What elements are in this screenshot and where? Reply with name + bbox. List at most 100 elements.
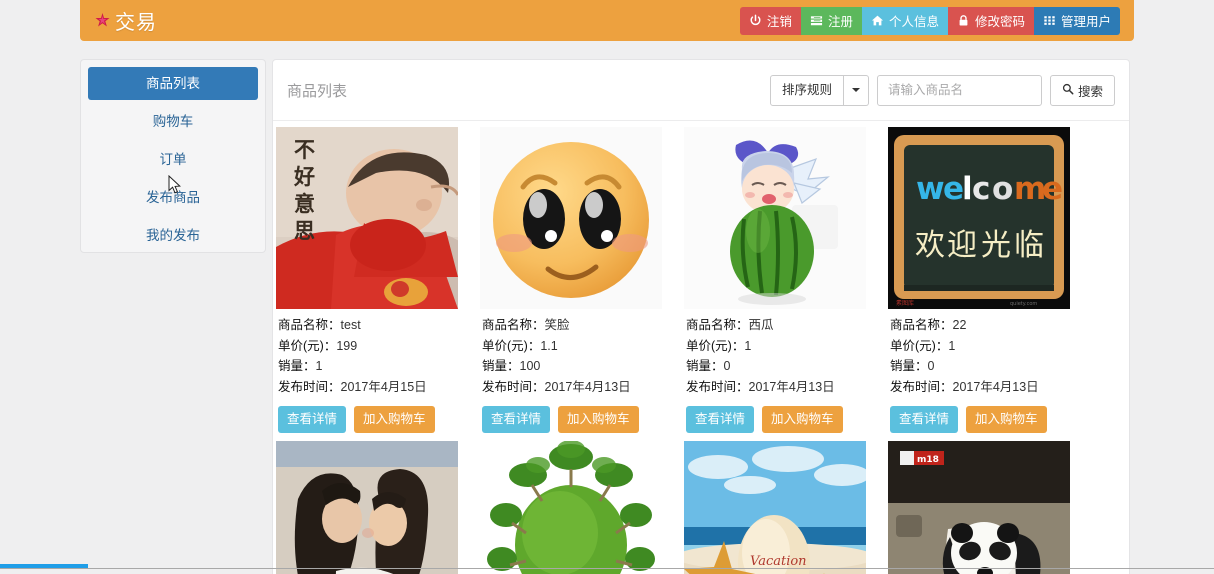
product-meta: 商品名称：test 单价(元)：199 销量：1 发布时间：2017年4月15日… bbox=[276, 309, 474, 433]
svg-text:c: c bbox=[972, 171, 990, 207]
view-detail-button[interactable]: 查看详情 bbox=[278, 406, 347, 433]
product-time-line: 发布时间：2017年4月15日 bbox=[278, 377, 474, 398]
sidebar-item-orders[interactable]: 订单 bbox=[88, 143, 258, 176]
svg-text:e: e bbox=[943, 171, 964, 207]
lock-icon bbox=[957, 14, 970, 27]
svg-text:光: 光 bbox=[981, 228, 1011, 263]
product-thumbnail[interactable] bbox=[480, 441, 662, 574]
product-thumbnail[interactable] bbox=[684, 127, 866, 309]
product-thumbnail[interactable] bbox=[276, 441, 458, 574]
product-name-label: 商品名称： bbox=[686, 318, 749, 332]
page-title: 商品列表 bbox=[287, 82, 348, 100]
sidebar-item-label: 发布商品 bbox=[146, 190, 200, 205]
product-time-line: 发布时间：2017年4月13日 bbox=[482, 377, 678, 398]
brand-text: 交易 bbox=[115, 12, 157, 34]
svg-text:o: o bbox=[992, 171, 1013, 207]
view-detail-button[interactable]: 查看详情 bbox=[890, 406, 959, 433]
product-card[interactable] bbox=[273, 441, 477, 574]
svg-text:quiety.com: quiety.com bbox=[1010, 301, 1037, 307]
svg-text:意: 意 bbox=[294, 192, 315, 216]
product-actions: 查看详情 加入购物车 bbox=[890, 406, 1086, 433]
product-actions: 查看详情 加入购物车 bbox=[482, 406, 678, 433]
browser-page: 交易 注销 注册 个人信息 修改密码 管理用户 商品列表 购物车 订单 发布商品… bbox=[0, 0, 1214, 574]
product-time-label: 发布时间： bbox=[482, 379, 545, 394]
product-thumbnail[interactable]: 不好 意思 bbox=[276, 127, 458, 309]
sidebar-item-publish-product[interactable]: 发布商品 bbox=[88, 181, 258, 214]
product-price-value: 1.1 bbox=[540, 338, 558, 353]
product-thumbnail[interactable]: Vacation Dreams bbox=[684, 441, 866, 574]
logout-button[interactable]: 注销 bbox=[739, 6, 801, 35]
sidebar-item-label: 商品列表 bbox=[146, 76, 200, 91]
sidebar-item-my-publications[interactable]: 我的发布 bbox=[88, 219, 258, 252]
product-name-label: 商品名称： bbox=[890, 318, 953, 332]
product-grid: 不好 意思 商品名称：test 单价(元)：199 销量：1 发布时间：2017… bbox=[273, 121, 1129, 574]
magnifier-icon bbox=[1062, 83, 1074, 98]
register-label: 注册 bbox=[827, 15, 853, 29]
profile-label: 个人信息 bbox=[888, 15, 939, 29]
product-name-value: 22 bbox=[952, 318, 967, 332]
blackboard-welcome-image: w e l c o m e 欢迎 光临 素图库 quiety.com bbox=[888, 127, 1070, 309]
add-to-cart-button[interactable]: 加入购物车 bbox=[354, 406, 435, 433]
sidebar-item-product-list[interactable]: 商品列表 bbox=[88, 67, 258, 100]
nav-button-group: 注销 注册 个人信息 修改密码 管理用户 bbox=[739, 6, 1120, 35]
search-input[interactable] bbox=[876, 74, 1042, 106]
product-sales-label: 销量： bbox=[482, 359, 520, 373]
product-card[interactable]: 商品名称：西瓜 单价(元)：1 销量：0 发布时间：2017年4月13日 查看详… bbox=[681, 127, 885, 433]
svg-text:素图库: 素图库 bbox=[896, 299, 914, 307]
svg-text:w: w bbox=[916, 171, 945, 207]
add-to-cart-button[interactable]: 加入购物车 bbox=[558, 406, 639, 433]
product-price-line: 单价(元)：199 bbox=[278, 336, 474, 357]
brand-logo[interactable]: 交易 bbox=[94, 6, 157, 35]
product-price-label: 单价(元)： bbox=[686, 338, 745, 353]
product-card[interactable]: 商品名称：笑脸 单价(元)：1.1 销量：100 发布时间：2017年4月13日… bbox=[477, 127, 681, 433]
product-name-label: 商品名称： bbox=[278, 318, 341, 332]
panel-header: 商品列表 排序规则 搜索 bbox=[273, 60, 1129, 121]
product-name-line: 商品名称：22 bbox=[890, 315, 1086, 336]
change-password-button[interactable]: 修改密码 bbox=[947, 6, 1034, 35]
product-card[interactable]: m18 bbox=[885, 441, 1089, 574]
svg-text:迎: 迎 bbox=[947, 228, 977, 263]
manage-users-button[interactable]: 管理用户 bbox=[1033, 6, 1120, 35]
chevron-down-icon[interactable] bbox=[843, 74, 869, 106]
product-thumbnail[interactable]: w e l c o m e 欢迎 光临 素图库 quiety.com bbox=[888, 127, 1070, 309]
sort-dropdown[interactable]: 排序规则 bbox=[769, 74, 869, 106]
svg-text:Vacation: Vacation bbox=[750, 554, 807, 569]
svg-text:思: 思 bbox=[294, 219, 315, 243]
view-detail-button[interactable]: 查看详情 bbox=[686, 406, 755, 433]
grid-icon bbox=[1043, 14, 1056, 27]
svg-text:不: 不 bbox=[294, 138, 315, 162]
smiley-emoji-big-eyes-image bbox=[480, 127, 662, 309]
product-time-label: 发布时间： bbox=[686, 379, 749, 394]
search-button[interactable]: 搜索 bbox=[1049, 74, 1115, 106]
product-price-label: 单价(元)： bbox=[482, 338, 541, 353]
panel-toolbar: 排序规则 搜索 bbox=[769, 74, 1115, 106]
product-meta: 商品名称：22 单价(元)：1 销量：0 发布时间：2017年4月13日 查看详… bbox=[888, 309, 1086, 433]
baby-red-shirt-embarrassed-image: 不好 意思 bbox=[276, 127, 458, 309]
product-price-label: 单价(元)： bbox=[890, 338, 949, 353]
view-detail-button[interactable]: 查看详情 bbox=[482, 406, 551, 433]
product-time-value: 2017年4月13日 bbox=[544, 379, 631, 394]
product-name-value: test bbox=[340, 318, 361, 332]
product-time-value: 2017年4月15日 bbox=[340, 379, 427, 394]
product-price-line: 单价(元)：1 bbox=[890, 336, 1086, 357]
svg-text:m18: m18 bbox=[917, 455, 939, 465]
product-thumbnail[interactable] bbox=[480, 127, 662, 309]
profile-button[interactable]: 个人信息 bbox=[861, 6, 948, 35]
register-button[interactable]: 注册 bbox=[800, 6, 862, 35]
product-card[interactable]: w e l c o m e 欢迎 光临 素图库 quiety.com 商品名称：… bbox=[885, 127, 1089, 433]
product-price-value: 1 bbox=[744, 338, 752, 353]
add-to-cart-button[interactable]: 加入购物车 bbox=[762, 406, 843, 433]
logout-label: 注销 bbox=[766, 15, 792, 29]
product-card[interactable] bbox=[477, 441, 681, 574]
product-card[interactable]: Vacation Dreams bbox=[681, 441, 885, 574]
star-logo-icon bbox=[94, 12, 111, 29]
product-card[interactable]: 不好 意思 商品名称：test 单价(元)：199 销量：1 发布时间：2017… bbox=[273, 127, 477, 433]
sidebar-item-label: 我的发布 bbox=[146, 228, 200, 243]
product-thumbnail[interactable]: m18 bbox=[888, 441, 1070, 574]
sidebar-item-cart[interactable]: 购物车 bbox=[88, 105, 258, 138]
sort-label-button[interactable]: 排序规则 bbox=[769, 74, 844, 106]
add-to-cart-button[interactable]: 加入购物车 bbox=[966, 406, 1047, 433]
page-loading-bar bbox=[0, 564, 88, 568]
beach-starfish-shell-image: Vacation Dreams bbox=[684, 441, 866, 574]
svg-text:欢: 欢 bbox=[915, 228, 945, 263]
